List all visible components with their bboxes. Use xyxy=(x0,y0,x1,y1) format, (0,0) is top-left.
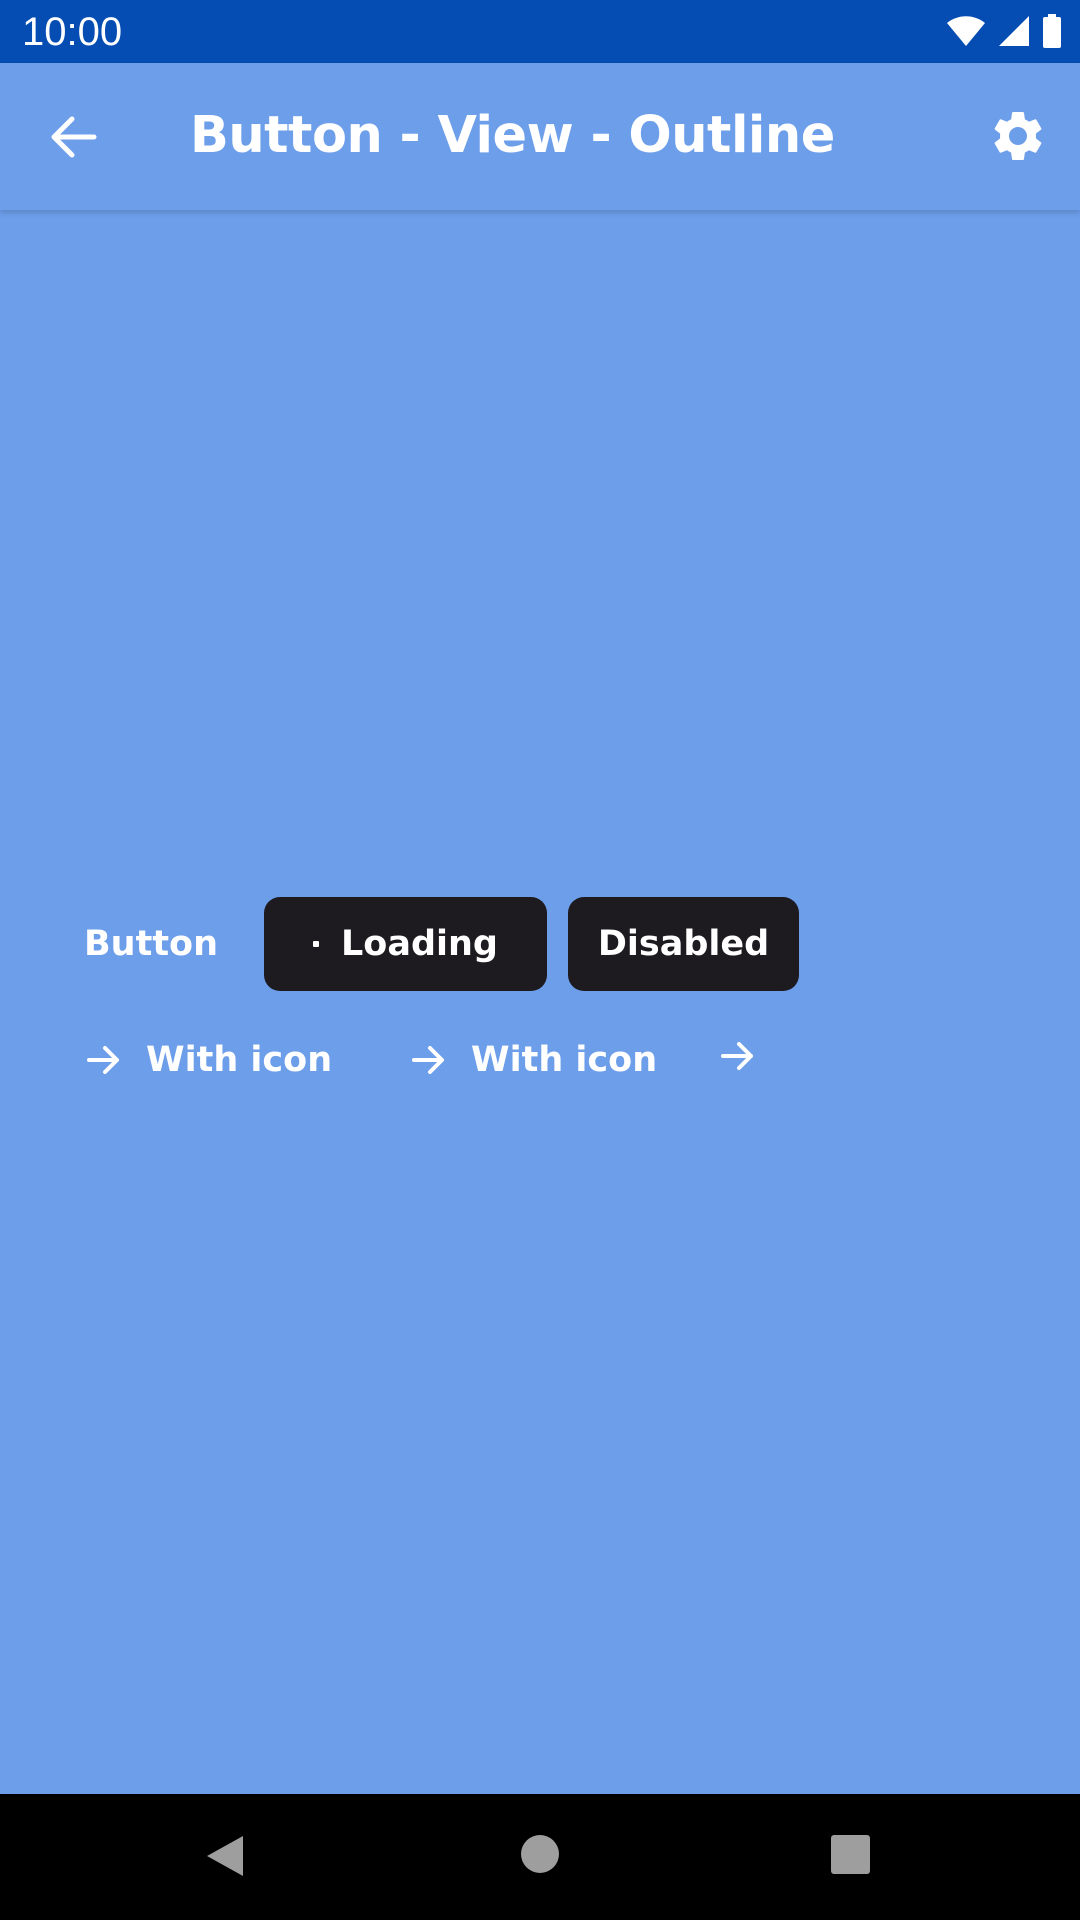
status-time: 10:00 xyxy=(22,10,123,54)
status-bar: 10:00 xyxy=(0,0,1080,63)
status-icons xyxy=(946,14,1062,48)
plain-button[interactable]: Button xyxy=(84,922,218,966)
with-icon-button-2[interactable]: With icon xyxy=(411,1038,657,1082)
content-area: Button Loading Disabled With icon With i… xyxy=(0,210,1080,1794)
disabled-button-label: Disabled xyxy=(597,924,770,964)
wifi-icon xyxy=(947,16,985,46)
back-button[interactable] xyxy=(46,110,100,164)
gear-icon xyxy=(994,111,1042,160)
app-bar: Button - View - Outline xyxy=(0,63,1080,210)
battery-icon xyxy=(1043,14,1061,48)
page-title: Button - View - Outline xyxy=(190,106,835,165)
navigation-bar xyxy=(0,1794,1080,1920)
with-icon-button-2-label: With icon xyxy=(471,1040,658,1080)
arrow-forward-icon xyxy=(87,1046,119,1074)
arrow-back-icon xyxy=(51,116,97,158)
loading-button-label: Loading xyxy=(341,924,498,964)
nav-home-icon[interactable] xyxy=(521,1835,559,1873)
settings-button[interactable] xyxy=(988,106,1048,166)
arrow-forward-icon xyxy=(412,1046,444,1074)
signal-icon xyxy=(999,16,1029,46)
with-icon-button-1[interactable]: With icon xyxy=(86,1038,332,1082)
disabled-button[interactable]: Disabled xyxy=(568,897,799,991)
nav-back-icon[interactable] xyxy=(205,1834,245,1878)
loading-button[interactable]: Loading xyxy=(264,897,547,991)
nav-recents-icon[interactable] xyxy=(831,1835,870,1874)
arrow-forward-icon xyxy=(721,1042,753,1070)
with-icon-button-1-label: With icon xyxy=(146,1040,333,1080)
icon-only-button[interactable] xyxy=(720,1038,756,1074)
loading-indicator xyxy=(313,941,319,947)
